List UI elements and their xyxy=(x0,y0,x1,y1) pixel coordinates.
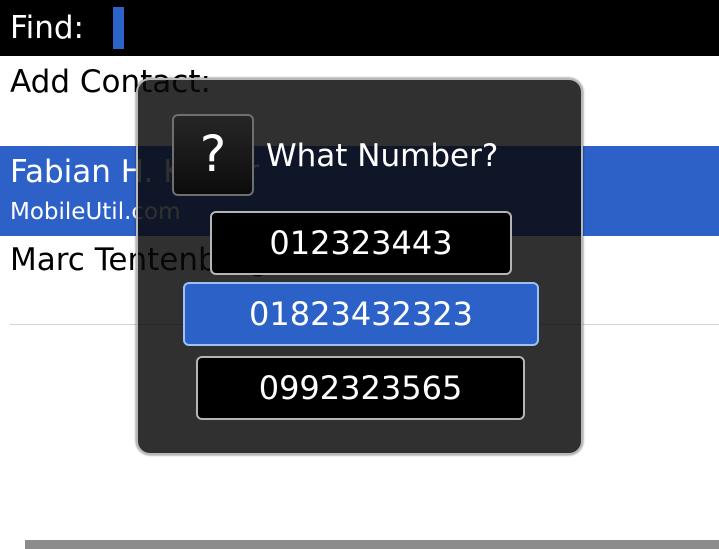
text-cursor xyxy=(113,7,124,49)
find-input[interactable] xyxy=(112,6,710,50)
question-icon: ? xyxy=(172,114,254,196)
number-picker-dialog: ? What Number? 012323443 01823432323 099… xyxy=(136,78,583,455)
find-label: Find: xyxy=(10,10,84,46)
scroll-bar xyxy=(25,540,719,549)
phone-number-option[interactable]: 0992323565 xyxy=(196,356,525,420)
phone-number-option[interactable]: 012323443 xyxy=(210,211,512,275)
find-bar: Find: xyxy=(0,0,719,56)
dialog-title: What Number? xyxy=(266,138,499,174)
phone-number-option-selected[interactable]: 01823432323 xyxy=(183,282,539,346)
